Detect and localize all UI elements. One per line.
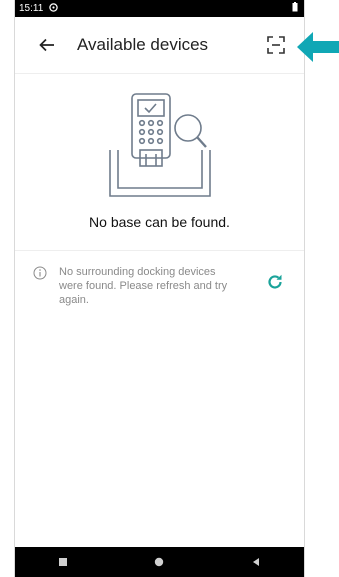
phone-screen: 15:11 Available devices No base can be f…	[14, 0, 305, 577]
annotation-arrow-icon	[297, 32, 339, 62]
circle-home-icon	[155, 557, 164, 567]
page-title: Available devices	[77, 35, 209, 54]
app-bar: Available devices	[15, 17, 304, 74]
system-back-button[interactable]	[242, 548, 270, 576]
status-time: 15:11	[19, 3, 44, 14]
info-row: No surrounding docking devices were foun…	[15, 251, 304, 307]
square-recent-icon	[59, 558, 68, 566]
home-button[interactable]	[145, 548, 173, 576]
info-icon	[33, 266, 47, 280]
device-search-illustration	[108, 93, 211, 197]
recent-apps-button[interactable]	[49, 548, 77, 576]
scan-button[interactable]	[262, 31, 290, 59]
empty-state: No base can be found.	[15, 74, 304, 230]
notification-icon	[49, 2, 59, 15]
no-base-message: No base can be found.	[89, 214, 230, 230]
status-bar: 15:11	[15, 0, 304, 17]
scan-icon	[267, 36, 285, 54]
info-message: No surrounding docking devices were foun…	[59, 266, 228, 306]
triangle-back-icon	[252, 558, 259, 566]
back-arrow-icon	[39, 38, 54, 52]
refresh-icon	[268, 274, 282, 289]
battery-icon	[292, 2, 298, 15]
refresh-button[interactable]	[264, 271, 286, 293]
system-nav-bar	[15, 547, 304, 577]
back-button[interactable]	[27, 25, 67, 65]
